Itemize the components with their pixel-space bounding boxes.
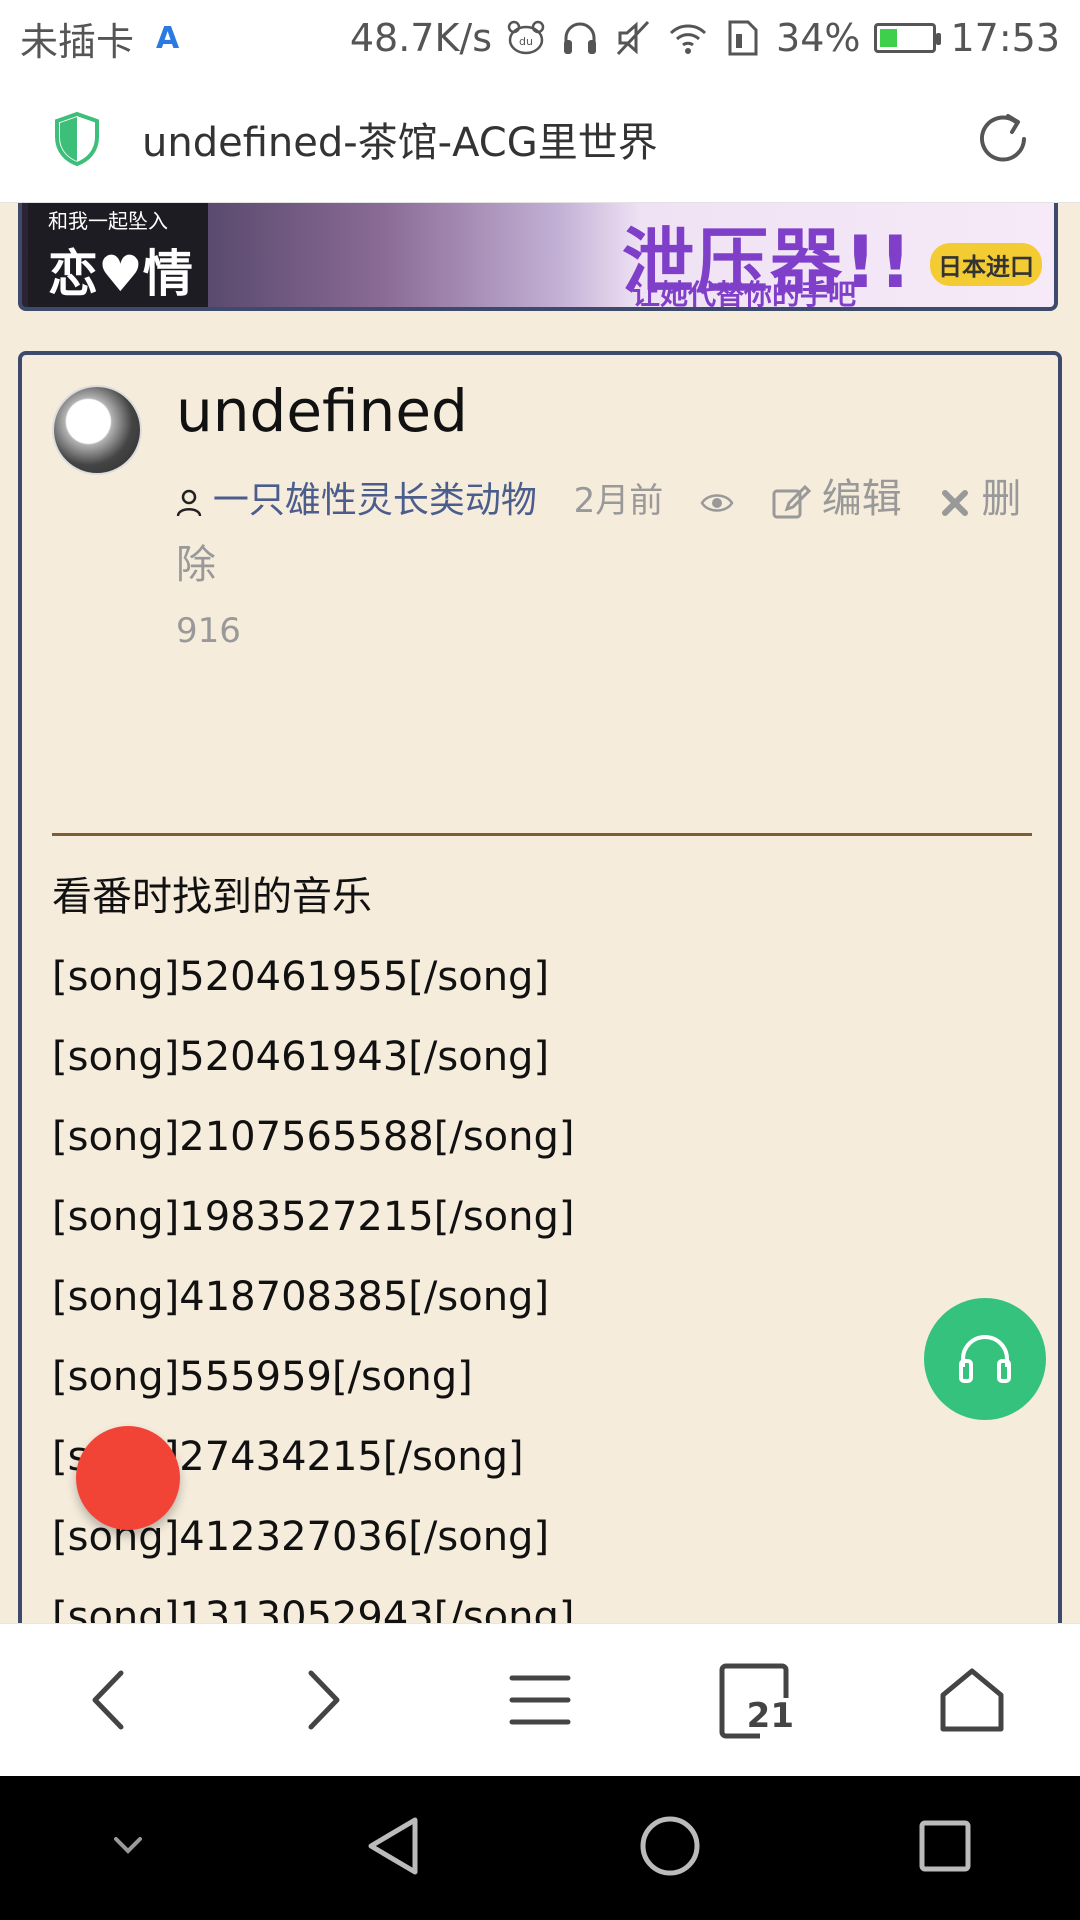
edit-link[interactable]: 编辑 <box>822 476 902 522</box>
song-tag-line: [song]555959[/song] <box>52 1354 473 1400</box>
back-button[interactable] <box>48 1640 168 1760</box>
floating-action-button[interactable] <box>76 1426 180 1530</box>
tabs-button[interactable]: 21 <box>696 1640 816 1760</box>
sim-icon <box>728 20 758 56</box>
tabs-count: 21 <box>746 1696 794 1736</box>
battery-icon <box>874 23 942 53</box>
circle-home-icon <box>640 1816 699 1876</box>
system-back-button[interactable] <box>363 1814 423 1882</box>
post-time: 2月前 <box>573 481 664 521</box>
square-recents-icon <box>919 1820 970 1872</box>
post-intro-text: 看番时找到的音乐 <box>52 874 372 920</box>
divider <box>52 833 1032 836</box>
banner-tag: 和我一起坠入 恋♥情 <box>28 203 208 307</box>
headphones-icon <box>959 1335 1011 1383</box>
song-tag-line: [song]2107565588[/song] <box>52 1114 575 1160</box>
banner-origin-badge: 日本进口 <box>930 243 1042 286</box>
avatar[interactable] <box>52 385 142 475</box>
banner-subtitle: 让她代替你的手吧 <box>632 278 857 311</box>
menu-button[interactable] <box>480 1640 600 1760</box>
svg-text:du: du <box>519 35 533 48</box>
music-player-button[interactable] <box>924 1298 1046 1420</box>
user-icon <box>176 489 202 516</box>
song-tag-line: [song]1983527215[/song] <box>52 1194 575 1240</box>
song-tag-line: [song]1313052943[/song] <box>52 1594 575 1623</box>
headphones-icon <box>564 22 597 54</box>
chevron-down-icon <box>113 1837 142 1854</box>
banner-tag-big: 恋♥情 <box>48 244 193 303</box>
system-navigation-bar <box>0 1776 1080 1920</box>
address-bar[interactable]: undefined-茶馆-ACG里世界 <box>0 76 1080 203</box>
system-home-button[interactable] <box>638 1814 702 1882</box>
chevron-left-icon <box>92 1670 124 1730</box>
author-link[interactable]: 一只雄性灵长类动物 <box>213 480 537 521</box>
browser-toolbar: 21 <box>0 1623 1080 1776</box>
page-content: 和我一起坠入 恋♥情 泄压器!! 让她代替你的手吧 日本进口 undefined… <box>0 203 1080 1623</box>
battery-percent: 34% <box>776 16 861 60</box>
menu-icon <box>509 1675 571 1725</box>
banner-tag-small: 和我一起坠入 <box>48 208 168 233</box>
song-tag-line: [song]520461955[/song] <box>52 954 550 1000</box>
carrier-badge: A <box>156 20 180 56</box>
status-bar: 未插卡 A 48.7K/s du 34% 17:53 <box>0 0 1080 76</box>
post-title: undefined <box>176 377 468 445</box>
home-button[interactable] <box>912 1640 1032 1760</box>
page-title[interactable]: undefined-茶馆-ACG里世界 <box>142 110 972 168</box>
hide-nav-button[interactable] <box>108 1831 148 1865</box>
eye-icon <box>700 493 734 512</box>
edit-icon[interactable] <box>771 483 811 523</box>
mute-icon <box>616 20 650 56</box>
home-icon <box>940 1668 1004 1732</box>
view-count: 916 <box>176 611 241 651</box>
shield-icon[interactable] <box>52 111 102 167</box>
triangle-back-icon <box>368 1817 417 1875</box>
close-icon[interactable] <box>939 487 971 519</box>
net-speed: 48.7K/s <box>349 16 493 60</box>
refresh-icon[interactable] <box>972 108 1034 170</box>
post-meta: 一只雄性灵长类动物 2月前 编辑 删除 916 <box>176 467 1036 663</box>
post-card: undefined 一只雄性灵长类动物 2月前 编辑 删除 916 看番时找到的… <box>18 351 1062 1623</box>
ad-banner[interactable]: 和我一起坠入 恋♥情 泄压器!! 让她代替你的手吧 日本进口 <box>18 203 1058 311</box>
wifi-icon <box>669 24 707 54</box>
chevron-right-icon <box>308 1670 340 1730</box>
song-tag-line: [song]418708385[/song] <box>52 1274 550 1320</box>
forward-button[interactable] <box>264 1640 384 1760</box>
baidu-bear-icon: du <box>507 20 545 55</box>
system-recents-button[interactable] <box>917 1818 973 1878</box>
carrier-label: 未插卡 <box>20 19 135 64</box>
clock: 17:53 <box>950 16 1060 60</box>
song-tag-line: [song]520461943[/song] <box>52 1034 550 1080</box>
